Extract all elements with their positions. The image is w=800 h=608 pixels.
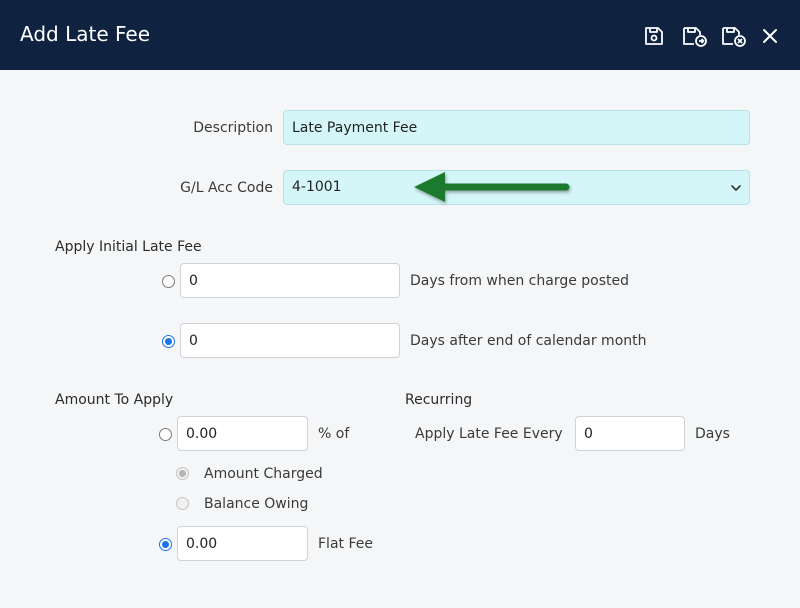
amount-charged-label: Amount Charged — [204, 466, 323, 482]
initial-late-fee-heading: Apply Initial Late Fee — [55, 239, 202, 255]
gl-acc-code-value: 4-1001 — [292, 179, 342, 195]
annotation-arrow-icon — [414, 172, 570, 202]
description-field[interactable] — [283, 110, 750, 145]
flat-fee-input[interactable] — [177, 526, 308, 561]
days-after-month-end-label: Days after end of calendar month — [410, 333, 647, 349]
description-label: Description — [193, 120, 273, 136]
recurring-days-input[interactable] — [575, 416, 685, 451]
amount-to-apply-heading: Amount To Apply — [55, 392, 174, 408]
flat-fee-radio[interactable] — [159, 538, 172, 551]
days-after-month-end-radio[interactable] — [162, 335, 175, 348]
days-from-charge-input[interactable] — [180, 263, 400, 298]
save-and-close-icon[interactable] — [721, 24, 747, 48]
percent-input[interactable] — [177, 416, 308, 451]
save-icon[interactable] — [642, 24, 666, 48]
close-icon[interactable] — [758, 24, 782, 48]
page-title: Add Late Fee — [20, 22, 150, 46]
amount-charged-radio[interactable] — [176, 467, 189, 480]
days-after-month-end-input[interactable] — [180, 323, 400, 358]
recurring-days-unit: Days — [695, 426, 730, 442]
percent-of-label: % of — [318, 426, 350, 442]
flat-fee-label: Flat Fee — [318, 536, 373, 552]
recurring-heading: Recurring — [405, 392, 473, 408]
balance-owing-radio[interactable] — [176, 497, 189, 510]
days-from-charge-radio[interactable] — [162, 275, 175, 288]
balance-owing-label: Balance Owing — [204, 496, 309, 512]
days-from-charge-label: Days from when charge posted — [410, 273, 630, 289]
save-and-new-icon[interactable] — [682, 24, 708, 48]
apply-late-fee-every-label: Apply Late Fee Every — [415, 426, 563, 442]
percent-radio[interactable] — [159, 428, 172, 441]
gl-acc-code-label: G/L Acc Code — [180, 180, 273, 196]
header-bar: Add Late Fee — [0, 0, 800, 70]
chevron-down-icon — [731, 185, 741, 191]
